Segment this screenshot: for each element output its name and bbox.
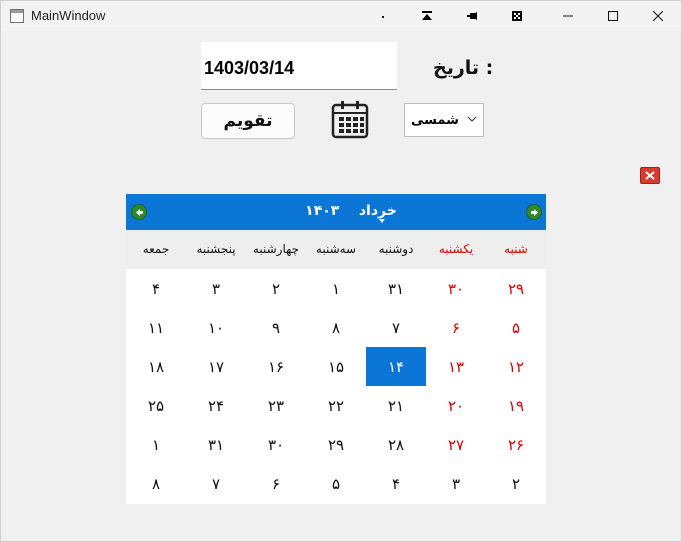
day-cell[interactable]: ۲۷ bbox=[426, 425, 486, 464]
day-cell[interactable]: ۲۹ bbox=[486, 269, 546, 308]
date-value: 1403/03/14 bbox=[204, 58, 295, 78]
next-month-icon[interactable] bbox=[526, 204, 542, 220]
minimize-icon[interactable] bbox=[545, 1, 591, 31]
day-cell[interactable]: ۳۰ bbox=[246, 425, 306, 464]
day-cell[interactable]: ۲۵ bbox=[126, 386, 186, 425]
month-name: خرداد bbox=[358, 203, 397, 219]
weekday: یکشنبه bbox=[438, 242, 474, 256]
day-cell[interactable]: ۶ bbox=[426, 308, 486, 347]
day-cell[interactable]: ۱۳ bbox=[426, 347, 486, 386]
day-cell[interactable]: ۱۷ bbox=[186, 347, 246, 386]
prev-month-icon[interactable] bbox=[131, 204, 147, 220]
week-row: ۵ ۶ ۷ ۸ ۹ ۱۰ ۱۱ bbox=[126, 308, 546, 347]
day-cell[interactable]: ۸ bbox=[306, 308, 366, 347]
day-cell[interactable]: ۳ bbox=[186, 269, 246, 308]
maximize-icon[interactable] bbox=[590, 1, 636, 31]
weekday: سه‌شنبه bbox=[315, 242, 357, 256]
week-row: ۱۹ ۲۰ ۲۱ ۲۲ ۲۳ ۲۴ ۲۵ bbox=[126, 386, 546, 425]
day-cell[interactable]: ۲۱ bbox=[366, 386, 426, 425]
close-icon[interactable] bbox=[635, 1, 681, 31]
grid-icon[interactable] bbox=[508, 7, 526, 25]
dot-icon[interactable] bbox=[374, 7, 392, 25]
calendar-type-value: شمسی bbox=[411, 113, 459, 128]
chevron-down-icon bbox=[467, 113, 477, 126]
calendar-header: خرداد ۱۴۰۳ bbox=[126, 194, 546, 230]
date-label: تاریخ : bbox=[433, 57, 494, 79]
day-cell[interactable]: ۱۲ bbox=[486, 347, 546, 386]
day-cell[interactable]: ۴ bbox=[126, 269, 186, 308]
stack-up-icon[interactable] bbox=[418, 7, 436, 25]
day-cell[interactable]: ۵ bbox=[486, 308, 546, 347]
close-calendar-button[interactable] bbox=[640, 167, 660, 184]
month-year-title[interactable]: خرداد ۱۴۰۳ bbox=[286, 203, 416, 219]
day-cell[interactable]: ۱۰ bbox=[186, 308, 246, 347]
day-cell[interactable]: ۲۸ bbox=[366, 425, 426, 464]
day-cell[interactable]: ۲۲ bbox=[306, 386, 366, 425]
day-cell[interactable]: ۲۳ bbox=[246, 386, 306, 425]
selected-day-cell[interactable]: ۱۴ bbox=[366, 347, 426, 386]
day-cell[interactable]: ۱۶ bbox=[246, 347, 306, 386]
day-cell[interactable]: ۳۱ bbox=[366, 269, 426, 308]
weekday: پنجشنبه bbox=[196, 242, 236, 256]
day-cell[interactable]: ۸ bbox=[126, 464, 186, 503]
week-row: ۲۹ ۳۰ ۳۱ ۱ ۲ ۳ ۴ bbox=[126, 269, 546, 308]
day-cell[interactable]: ۳ bbox=[426, 464, 486, 503]
main-window: MainWindow 1403/03/14 تاریخ : تقویم شمسی… bbox=[0, 0, 682, 542]
weekday: جمعه bbox=[142, 242, 170, 256]
weekday-header: شنبه یکشنبه دوشنبه سه‌شنبه چهارشنبه پنجش… bbox=[126, 230, 546, 269]
day-grid: ۲۹ ۳۰ ۳۱ ۱ ۲ ۳ ۴ ۵ ۶ ۷ ۸ ۹ ۱۰ ۱۱ ۱۲ ۱۳ ۱… bbox=[126, 269, 546, 504]
day-cell[interactable]: ۹ bbox=[246, 308, 306, 347]
pin-icon[interactable] bbox=[463, 7, 481, 25]
calendar-type-select[interactable]: شمسی bbox=[404, 103, 484, 137]
week-row: ۲ ۳ ۴ ۵ ۶ ۷ ۸ bbox=[126, 464, 546, 503]
day-cell[interactable]: ۱۹ bbox=[486, 386, 546, 425]
weekday: شنبه bbox=[504, 242, 528, 256]
day-cell[interactable]: ۱ bbox=[126, 425, 186, 464]
day-cell[interactable]: ۷ bbox=[366, 308, 426, 347]
week-row: ۲۶ ۲۷ ۲۸ ۲۹ ۳۰ ۳۱ ۱ bbox=[126, 425, 546, 464]
window-title: MainWindow bbox=[31, 8, 106, 23]
month-dropdown-icon[interactable] bbox=[379, 219, 385, 223]
weekday: چهارشنبه bbox=[252, 242, 300, 256]
day-cell[interactable]: ۳۱ bbox=[186, 425, 246, 464]
year: ۱۴۰۳ bbox=[305, 203, 340, 219]
day-cell[interactable]: ۶ bbox=[246, 464, 306, 503]
calendar-button[interactable]: تقویم bbox=[201, 103, 295, 139]
day-cell[interactable]: ۲۴ bbox=[186, 386, 246, 425]
day-cell[interactable]: ۵ bbox=[306, 464, 366, 503]
day-cell[interactable]: ۲۶ bbox=[486, 425, 546, 464]
date-input[interactable]: 1403/03/14 bbox=[201, 42, 397, 90]
calendar-popup: خرداد ۱۴۰۳ شنبه یکشنبه دوشنبه سه‌شنبه چه… bbox=[126, 194, 546, 504]
day-cell[interactable]: ۲۰ bbox=[426, 386, 486, 425]
day-cell[interactable]: ۲ bbox=[486, 464, 546, 503]
day-cell[interactable]: ۱۱ bbox=[126, 308, 186, 347]
week-row: ۱۲ ۱۳ ۱۴ ۱۵ ۱۶ ۱۷ ۱۸ bbox=[126, 347, 546, 386]
calendar-icon[interactable] bbox=[331, 101, 369, 139]
weekday: دوشنبه bbox=[378, 242, 414, 256]
day-cell[interactable]: ۱ bbox=[306, 269, 366, 308]
day-cell[interactable]: ۲ bbox=[246, 269, 306, 308]
day-cell[interactable]: ۷ bbox=[186, 464, 246, 503]
day-cell[interactable]: ۴ bbox=[366, 464, 426, 503]
day-cell[interactable]: ۱۸ bbox=[126, 347, 186, 386]
day-cell[interactable]: ۱۵ bbox=[306, 347, 366, 386]
day-cell[interactable]: ۳۰ bbox=[426, 269, 486, 308]
day-cell[interactable]: ۲۹ bbox=[306, 425, 366, 464]
app-icon bbox=[10, 9, 24, 23]
title-bar[interactable]: MainWindow bbox=[1, 1, 681, 31]
